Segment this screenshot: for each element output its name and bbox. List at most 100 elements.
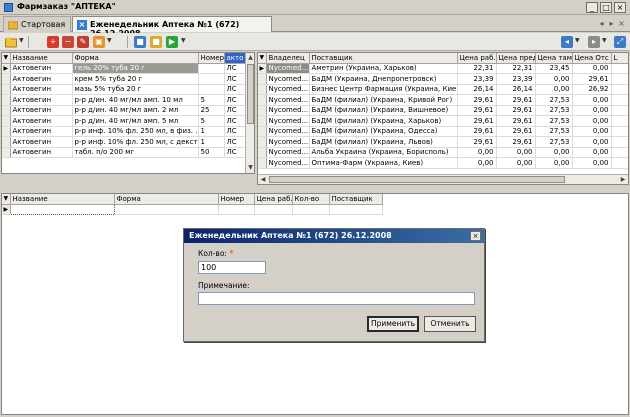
forward-dropdown-icon[interactable]: ▼ bbox=[602, 37, 607, 44]
tabs-scroll-right-icon[interactable]: ▸ bbox=[607, 19, 616, 29]
tab-weekly[interactable]: × Еженедельник Аптека №1 (672) 26.12.200… bbox=[72, 16, 272, 38]
column-header-form[interactable]: Форма bbox=[114, 194, 219, 205]
cell-extra[interactable] bbox=[611, 157, 628, 169]
cell-price-prev[interactable]: 29,61 bbox=[496, 126, 536, 137]
column-header-price-prev[interactable]: Цена пред bbox=[496, 53, 536, 64]
product-row[interactable]: Актовегин р-р инф. 10% фл. 250 мл, в физ.… bbox=[2, 126, 247, 137]
cell-price-there[interactable]: 0,00 bbox=[535, 84, 573, 95]
scrollbar-thumb[interactable] bbox=[269, 176, 565, 183]
cell-price-abs[interactable]: 0,00 bbox=[572, 63, 612, 74]
package-icon[interactable]: ■ bbox=[150, 36, 162, 48]
cell-extra[interactable] bbox=[611, 105, 628, 116]
cell-owner[interactable]: Nycomed... bbox=[266, 84, 310, 95]
product-row[interactable]: Актовегин мазь 5% туба 20 г ЛС bbox=[2, 84, 247, 95]
cell-owner[interactable]: Nycomed... bbox=[266, 105, 310, 116]
add-icon[interactable]: + bbox=[47, 36, 59, 48]
cell-price-there[interactable]: 27,53 bbox=[535, 126, 573, 137]
forward-icon[interactable]: ▸ bbox=[588, 36, 600, 48]
new-row[interactable]: ▶ bbox=[2, 203, 383, 215]
cell-supplier[interactable]: БаДМ (филиал) (Украина, Кривой Рог) bbox=[309, 94, 458, 106]
cell-extra[interactable] bbox=[611, 94, 628, 106]
cell-price-work[interactable]: 0,00 bbox=[457, 157, 497, 169]
product-row[interactable]: Актовегин р-р д/ин. 40 мг/мл амп. 10 мл 5 Л… bbox=[2, 94, 247, 106]
product-row[interactable]: Актовегин р-р д/ин. 40 мг/мл амп. 2 мл 25 Л… bbox=[2, 105, 247, 116]
cell-extra[interactable] bbox=[611, 126, 628, 137]
cell-name[interactable]: Актовегин bbox=[10, 136, 73, 148]
cell-form[interactable]: табл. п/о 200 мг bbox=[72, 147, 199, 158]
cell-price-work[interactable]: 23,39 bbox=[457, 73, 497, 85]
tab-start[interactable]: Стартовая bbox=[3, 16, 71, 32]
cell-supplier[interactable]: Бизнес Центр Фармация (Украина, Киев) bbox=[309, 84, 458, 95]
cell-type[interactable]: ЛС bbox=[224, 73, 247, 85]
cell-price-there[interactable]: 23,45 bbox=[535, 63, 573, 74]
cell-price-work[interactable]: 29,61 bbox=[457, 94, 497, 106]
column-header-supplier[interactable]: Поставщик bbox=[329, 194, 383, 205]
cell-extra[interactable] bbox=[611, 73, 628, 85]
cell-price-work[interactable]: 22,31 bbox=[457, 63, 497, 74]
cell-name[interactable]: Актовегин bbox=[10, 63, 73, 74]
cell-price-abs[interactable]: 0,00 bbox=[572, 136, 612, 148]
cell-form[interactable]: гель 20% туба 20 г bbox=[72, 63, 199, 74]
product-row[interactable]: Актовегин р-р д/ин. 40 мг/мл амп. 5 мл 5 ЛС bbox=[2, 115, 247, 127]
scroll-up-icon[interactable]: ▲ bbox=[246, 53, 254, 63]
cell-name[interactable]: Актовегин bbox=[10, 147, 73, 158]
cell-price-there[interactable]: 27,53 bbox=[535, 115, 573, 127]
cell-supplier[interactable]: БаДМ (Украина, Днепропетровск) bbox=[309, 73, 458, 85]
cancel-button[interactable]: Отменить bbox=[424, 316, 476, 332]
column-header-name[interactable]: Название bbox=[10, 194, 115, 205]
qty-input[interactable]: 100 bbox=[198, 261, 266, 274]
scroll-down-icon[interactable]: ▼ bbox=[246, 163, 254, 173]
cell-owner[interactable]: Nycomed... bbox=[266, 94, 310, 106]
cell-owner[interactable]: Nycomed... bbox=[266, 157, 310, 169]
cell-type[interactable]: ЛС bbox=[224, 136, 247, 148]
export-dropdown-icon[interactable]: ▼ bbox=[107, 37, 112, 44]
cell-price-work[interactable]: 26,14 bbox=[457, 84, 497, 95]
cell-form[interactable]: мазь 5% туба 20 г bbox=[72, 84, 199, 95]
supplier-row[interactable]: Nycomed... Оптима-Фарм (Украина, Киев) 0,0… bbox=[258, 157, 628, 169]
product-row[interactable]: Актовегин табл. п/о 200 мг 50 ЛС bbox=[2, 147, 247, 158]
cell-price-abs[interactable]: 29,61 bbox=[572, 73, 612, 85]
cell-type[interactable]: ЛС bbox=[224, 126, 247, 137]
scroll-right-icon[interactable]: ▶ bbox=[618, 175, 628, 184]
cell-name[interactable]: Актовегин bbox=[10, 126, 73, 137]
cell-owner[interactable]: Nycomed... bbox=[266, 115, 310, 127]
cell-number[interactable]: 1 bbox=[198, 126, 225, 137]
cell-number[interactable]: 1 bbox=[198, 136, 225, 148]
folder-icon[interactable] bbox=[5, 36, 17, 48]
cell-owner[interactable]: Nycomed... bbox=[266, 136, 310, 148]
column-header-supplier[interactable]: Поставщик bbox=[309, 53, 458, 64]
supplier-row[interactable]: Nycomed... БаДМ (филиал) (Украина, Харько… bbox=[258, 115, 628, 127]
cell-name[interactable]: Актовегин bbox=[10, 73, 73, 85]
cell-form[interactable]: р-р инф. 10% фл. 250 мл, с декстр... bbox=[72, 136, 199, 148]
close-window-button[interactable]: × bbox=[614, 2, 626, 13]
supplier-row[interactable]: Nycomed... Бизнес Центр Фармация (Украина… bbox=[258, 84, 628, 95]
back-icon[interactable]: ◂ bbox=[561, 36, 573, 48]
cell-type[interactable]: ЛС bbox=[224, 115, 247, 127]
cell-price-abs[interactable]: 0,00 bbox=[572, 147, 612, 158]
cell-name[interactable]: Актовегин bbox=[10, 105, 73, 116]
cell-price-abs[interactable]: 0,00 bbox=[572, 94, 612, 106]
cell-price-prev[interactable]: 0,00 bbox=[496, 157, 536, 169]
product-row[interactable]: Актовегин р-р инф. 10% фл. 250 мл, с декс… bbox=[2, 136, 247, 148]
supplier-row[interactable]: Nycomed... БаДМ (филиал) (Украина, Кривой… bbox=[258, 94, 628, 106]
cell-name[interactable]: Актовегин bbox=[10, 84, 73, 95]
cell-price-there[interactable]: 27,53 bbox=[535, 136, 573, 148]
cell-owner[interactable]: Nycomed... bbox=[266, 63, 310, 74]
cell-type[interactable]: ЛС bbox=[224, 63, 247, 74]
cell-number[interactable] bbox=[198, 84, 225, 95]
edit-icon[interactable]: ✎ bbox=[77, 36, 89, 48]
products-vertical-scrollbar[interactable]: ▲ ▼ bbox=[245, 53, 254, 173]
cell-number[interactable]: 5 bbox=[198, 94, 225, 106]
cell-form[interactable]: р-р инф. 10% фл. 250 мл, в физ. ... bbox=[72, 126, 199, 137]
cell-supplier[interactable]: БаДМ (филиал) (Украина, Харьков) bbox=[309, 115, 458, 127]
column-header-type[interactable]: акто bbox=[224, 53, 247, 64]
cell-supplier[interactable]: Оптима-Фарм (Украина, Киев) bbox=[309, 157, 458, 169]
cell-number[interactable]: 25 bbox=[198, 105, 225, 116]
cell-form[interactable]: р-р д/ин. 40 мг/мл амп. 5 мл bbox=[72, 115, 199, 127]
cell-name[interactable]: Актовегин bbox=[10, 94, 73, 106]
cell-supplier[interactable]: Аметрин (Украина, Харьков) bbox=[309, 63, 458, 74]
cell-supplier[interactable]: БаДМ (филиал) (Украина, Вишневое) bbox=[309, 105, 458, 116]
cell-supplier[interactable] bbox=[329, 204, 383, 215]
tabs-close-icon[interactable]: × bbox=[617, 19, 626, 29]
cell-price-abs[interactable]: 0,00 bbox=[572, 105, 612, 116]
